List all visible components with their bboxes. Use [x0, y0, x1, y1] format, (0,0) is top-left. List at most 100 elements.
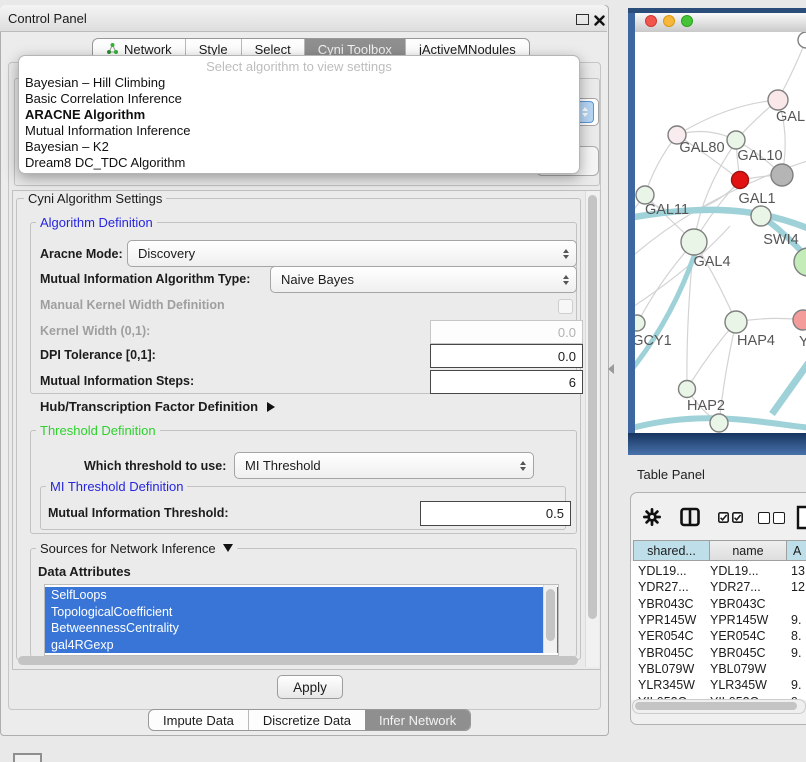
table-row[interactable]: YBL079WYBL079W	[631, 661, 806, 677]
dropdown-item-dream8[interactable]: Dream8 DC_TDC Algorithm	[19, 155, 579, 171]
network-graph: GAL GAL80 GAL10 GAL1 GAL11 SWI4 GAL4 GCY…	[635, 32, 806, 433]
list-item-selfloops[interactable]: SelfLoops	[45, 587, 558, 604]
mi-threshold-label: Mutual Information Threshold:	[48, 506, 229, 520]
column-header-shared-name[interactable]: shared...	[633, 540, 710, 561]
dpi-tolerance-field[interactable]: 0.0	[430, 344, 583, 368]
settings-horizontal-scrollbar[interactable]	[16, 654, 582, 667]
table-row[interactable]: YPR145WYPR145W9.	[631, 612, 806, 628]
apply-button[interactable]: Apply	[277, 675, 343, 699]
list-item-topologicalcoefficient[interactable]: TopologicalCoefficient	[45, 604, 558, 621]
tab-infer-network[interactable]: Infer Network	[365, 710, 470, 730]
mi-steps-field[interactable]: 6	[430, 370, 583, 394]
node-hap4[interactable]	[725, 311, 747, 333]
minimize-traffic-light-icon[interactable]	[663, 15, 675, 27]
float-window-icon[interactable]	[576, 14, 589, 25]
close-icon[interactable]	[594, 13, 605, 31]
node-gal1-red[interactable]	[732, 172, 749, 189]
control-panel-title: Control Panel	[8, 11, 87, 26]
table-row[interactable]: YDR27...YDR27...12	[631, 579, 806, 595]
column-header-name[interactable]: name	[709, 540, 787, 561]
node-unlabeled[interactable]	[798, 32, 806, 48]
gear-icon[interactable]	[643, 508, 661, 531]
table-row[interactable]: YDL19...YDL19...13	[631, 563, 806, 579]
control-panel-titlebar[interactable]	[0, 5, 607, 32]
table-row[interactable]: YLR345WYLR345W9.	[631, 677, 806, 693]
node-gal-pink[interactable]	[768, 90, 788, 110]
table-panel-title: Table Panel	[637, 467, 705, 482]
close-traffic-light-icon[interactable]	[645, 15, 657, 27]
mi-algorithm-type-label: Mutual Information Algorithm Type:	[40, 272, 250, 286]
columns-icon[interactable]	[680, 507, 700, 532]
application-root: Control Panel Network Style Select Cyni …	[0, 0, 806, 762]
node-gray[interactable]	[771, 164, 793, 186]
which-threshold-combobox[interactable]: MI Threshold	[234, 452, 534, 479]
kernel-width-field[interactable]: 0.0	[430, 320, 583, 344]
node-label: GAL11	[645, 202, 689, 218]
dropdown-item-bayesian-hill-climbing[interactable]: Bayesian – Hill Climbing	[19, 75, 579, 91]
table-row[interactable]: YBR043CYBR043C	[631, 596, 806, 612]
manual-kernel-width-label: Manual Kernel Width Definition	[40, 298, 225, 312]
node-gal4[interactable]	[681, 229, 707, 255]
mi-algorithm-type-combobox[interactable]: Naive Bayes	[270, 266, 577, 293]
mi-threshold-field[interactable]: 0.5	[420, 501, 571, 526]
node-gal10[interactable]	[727, 131, 745, 149]
mi-threshold-legend: MI Threshold Definition	[46, 479, 187, 494]
node-bright-green[interactable]	[794, 248, 806, 276]
table-horizontal-scrollbar[interactable]	[632, 699, 806, 714]
which-threshold-label: Which threshold to use:	[84, 459, 226, 473]
dropdown-item-mutual-information[interactable]: Mutual Information Inference	[19, 123, 579, 139]
hub-definition-toggle[interactable]: Hub/Transcription Factor Definition	[40, 399, 275, 414]
node-label: GCY1	[635, 333, 672, 349]
network-canvas[interactable]: GAL GAL80 GAL10 GAL1 GAL11 SWI4 GAL4 GCY…	[635, 32, 806, 433]
aracne-mode-label: Aracne Mode:	[40, 247, 123, 261]
dpi-tolerance-label: DPI Tolerance [0,1]:	[40, 348, 156, 362]
splitter-handle-icon[interactable]	[608, 364, 614, 374]
kernel-width-label: Kernel Width (0,1):	[40, 324, 150, 338]
node-label: Y	[799, 334, 806, 350]
node-gcy1[interactable]	[635, 315, 645, 331]
tab-discretize-data[interactable]: Discretize Data	[248, 710, 365, 730]
node-bottom[interactable]	[710, 414, 728, 432]
dropdown-item-basic-correlation[interactable]: Basic Correlation Inference	[19, 91, 579, 107]
combo-arrows-icon	[520, 461, 526, 471]
network-window-bottom-border	[628, 433, 806, 455]
node-swi4[interactable]	[751, 206, 771, 226]
table-row[interactable]: YER054CYER054C8.	[631, 628, 806, 644]
dropdown-item-bayesian-k2[interactable]: Bayesian – K2	[19, 139, 579, 155]
zoom-traffic-light-icon[interactable]	[681, 15, 693, 27]
file-icon[interactable]	[796, 505, 806, 535]
list-item-betweennesscentrality[interactable]: BetweennessCentrality	[45, 620, 558, 637]
aracne-mode-combobox[interactable]: Discovery	[127, 240, 577, 267]
settings-vertical-scrollbar[interactable]	[585, 191, 599, 667]
algorithm-definition-legend: Algorithm Definition	[36, 215, 157, 230]
table-rows: YDL19...YDL19...13 YDR27...YDR27...12 YB…	[631, 561, 806, 700]
list-item-gal4rgexp[interactable]: gal4RGexp	[45, 637, 558, 654]
node-label: GAL	[776, 109, 805, 125]
table-row[interactable]: YBR045CYBR045C9.	[631, 644, 806, 660]
node-label: HAP2	[687, 398, 725, 414]
cyni-algorithm-settings-legend: Cyni Algorithm Settings	[24, 191, 166, 206]
node-label: GAL80	[679, 140, 724, 156]
algorithm-dropdown-list: Select algorithm to view settings Bayesi…	[18, 55, 580, 174]
data-attributes-label: Data Attributes	[38, 564, 131, 579]
node-label: SWI4	[763, 232, 798, 248]
minimized-panel-icon[interactable]	[13, 753, 42, 762]
list-vertical-scrollbar[interactable]	[543, 585, 557, 653]
dropdown-item-aracne[interactable]: ARACNE Algorithm	[19, 107, 579, 123]
column-header-third[interactable]: A	[786, 540, 806, 561]
threshold-definition-legend: Threshold Definition	[36, 423, 160, 438]
deselect-checks-icon[interactable]	[758, 512, 785, 524]
bottom-tabbar: Impute Data Discretize Data Infer Networ…	[148, 709, 471, 731]
combo-arrows-icon	[563, 249, 569, 259]
combo-arrows-icon	[563, 275, 569, 285]
node-label: GAL4	[693, 254, 730, 270]
expand-arrow-icon	[267, 402, 275, 412]
data-attributes-listbox: SelfLoops TopologicalCoefficient Between…	[44, 584, 559, 656]
sources-toggle[interactable]: Sources for Network Inference	[36, 541, 237, 556]
select-all-checks-icon[interactable]	[718, 512, 743, 523]
dropdown-prompt: Select algorithm to view settings	[19, 56, 579, 75]
tab-impute-data[interactable]: Impute Data	[149, 710, 248, 730]
manual-kernel-width-checkbox[interactable]	[558, 299, 573, 314]
node-salmon[interactable]	[793, 310, 806, 330]
node-hap2[interactable]	[679, 381, 696, 398]
